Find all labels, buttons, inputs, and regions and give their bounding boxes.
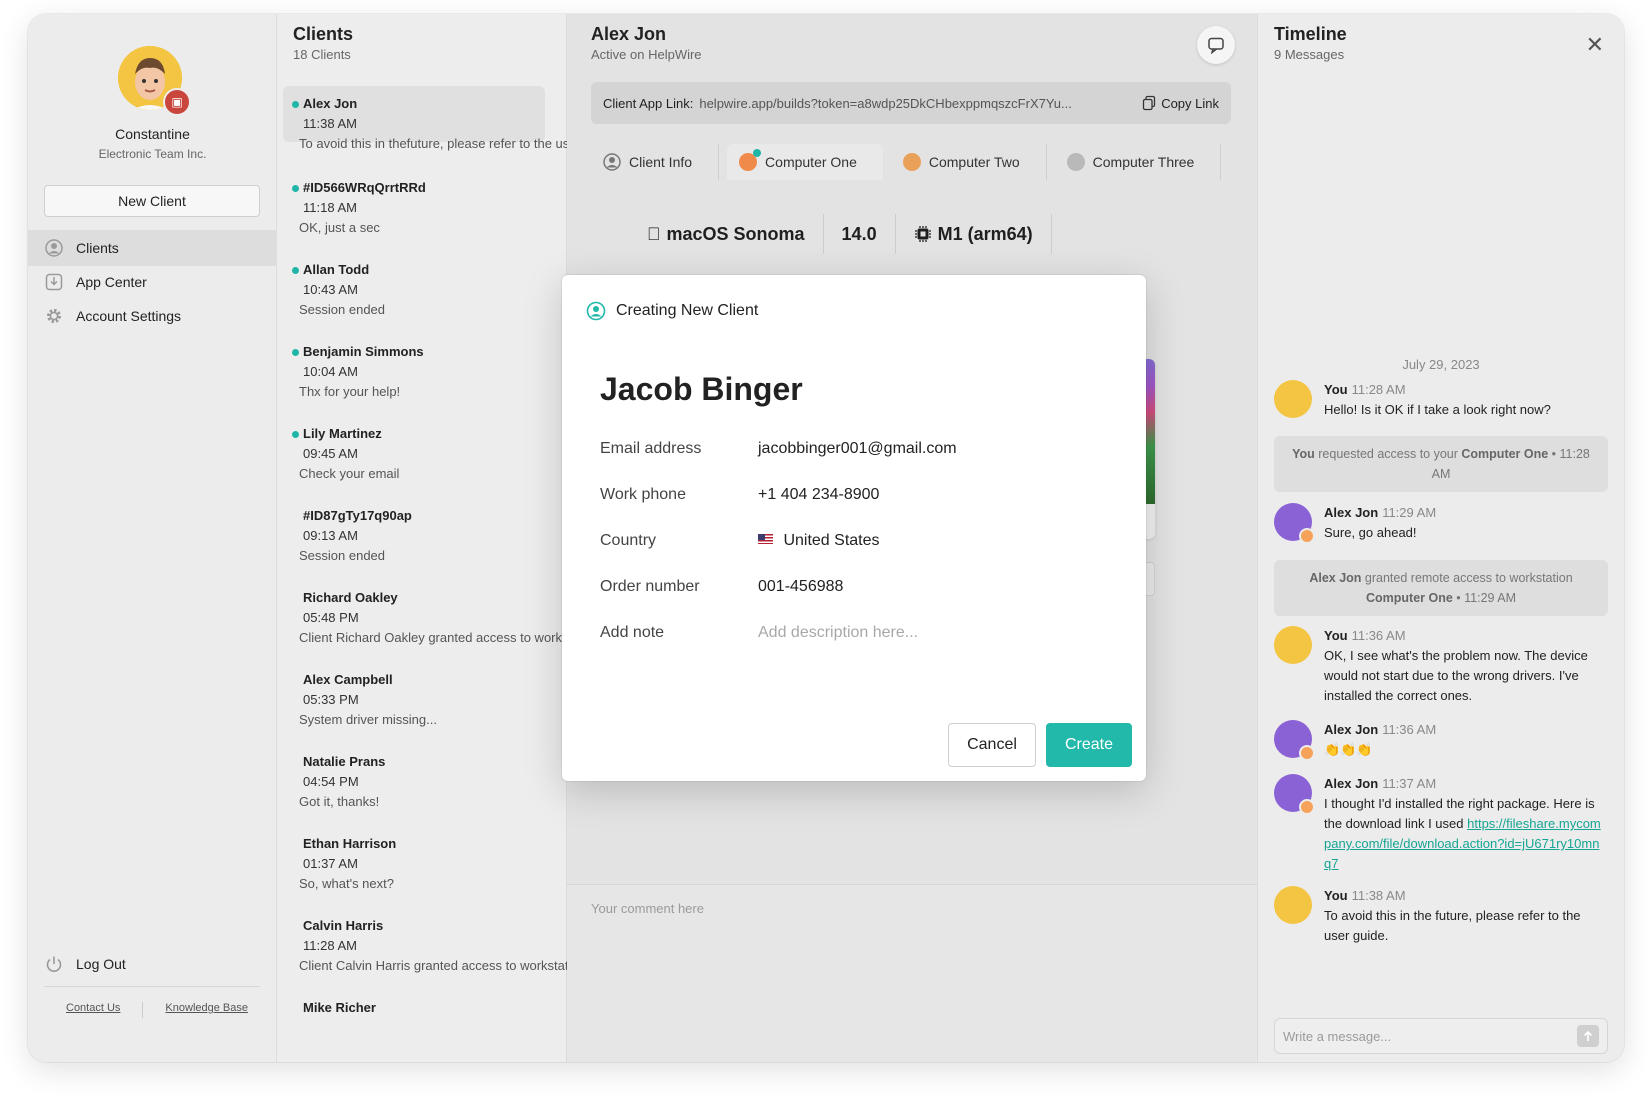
work-phone-value[interactable]: +1 404 234-8900 [758, 486, 879, 504]
app-window: ▣ Constantine Electronic Team Inc. New C… [28, 14, 1624, 1062]
order-number-value[interactable]: 001-456988 [758, 578, 843, 596]
dialog-header: Creating New Client [586, 301, 758, 321]
cancel-button[interactable]: Cancel [948, 723, 1036, 767]
create-client-dialog: Creating New Client Jacob Binger Email a… [562, 275, 1146, 781]
note-input[interactable]: Add description here... [758, 624, 918, 642]
country-value: United States [783, 532, 880, 549]
field-label: Add note [600, 624, 665, 641]
new-client-name[interactable]: Jacob Binger [600, 371, 803, 408]
work-phone-field: Work phone +1 404 234-8900 [600, 486, 1120, 504]
field-label: Order number [600, 578, 700, 595]
dialog-header-label: Creating New Client [616, 302, 759, 319]
country-field: Country United States [600, 532, 1120, 550]
field-label: Email address [600, 440, 702, 457]
note-field: Add note Add description here... [600, 624, 1120, 642]
order-number-field: Order number 001-456988 [600, 578, 1120, 596]
field-label: Country [600, 532, 657, 549]
user-circle-icon [586, 301, 606, 321]
country-select[interactable]: United States [758, 532, 880, 550]
field-label: Work phone [600, 486, 686, 503]
create-button[interactable]: Create [1046, 723, 1132, 767]
email-field: Email address jacobbinger001@gmail.com [600, 440, 1120, 458]
email-value[interactable]: jacobbinger001@gmail.com [758, 440, 957, 458]
us-flag-icon [758, 534, 773, 544]
